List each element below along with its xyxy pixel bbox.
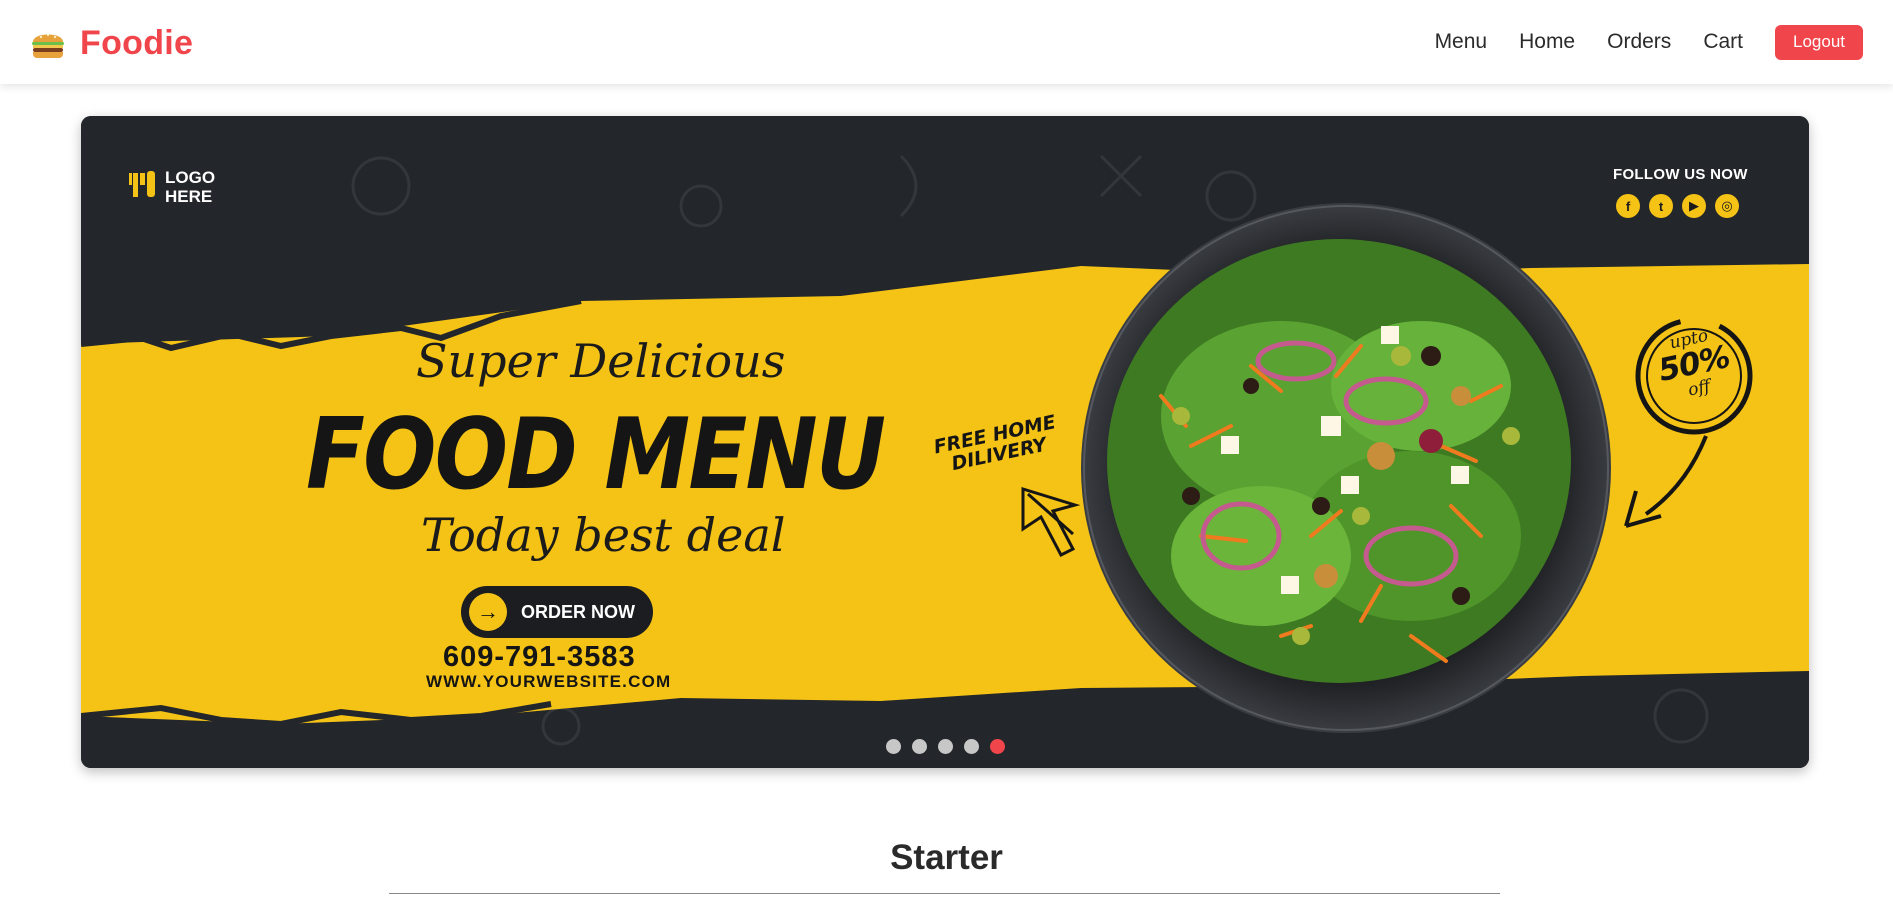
nav-orders[interactable]: Orders [1607,22,1671,62]
banner-logo-text: LOGO HERE [165,168,215,206]
brand-link[interactable]: Foodie [30,24,193,63]
order-now-button[interactable]: → ORDER NOW [461,586,653,638]
carousel-dot-2[interactable] [911,739,927,754]
logo-line-2: HERE [165,187,213,206]
phone-number: 609-791-3583 [443,641,636,673]
tagline-top: Super Delicious [416,334,786,388]
follow-us-label: FOLLOW US NOW [1613,166,1748,183]
carousel-dot-4[interactable] [963,739,979,754]
youtube-icon[interactable]: ▶ [1682,194,1706,218]
order-now-label: ORDER NOW [521,601,635,622]
nav-links: Menu Home Orders Cart Logout [1403,22,1863,62]
section-divider [389,893,1500,894]
nav-menu[interactable]: Menu [1435,22,1488,62]
section-title: Starter [890,838,1003,877]
burger-icon [30,29,66,59]
navbar: Foodie Menu Home Orders Cart Logout [0,0,1893,84]
logout-button[interactable]: Logout [1775,24,1863,60]
instagram-icon[interactable]: ◎ [1715,194,1739,218]
carousel-dot-1[interactable] [885,739,901,754]
nav-cart[interactable]: Cart [1703,22,1743,62]
brand-name: Foodie [80,24,194,62]
nav-home[interactable]: Home [1519,22,1575,62]
carousel-dot-5[interactable] [989,739,1005,754]
hero-carousel[interactable]: LOGO HERE FOLLOW US NOW f t ▶ ◎ Super De… [81,116,1809,768]
arrow-right-icon: → [469,593,507,631]
website-url: WWW.YOURWEBSITE.COM [426,672,672,691]
facebook-icon[interactable]: f [1616,194,1640,218]
carousel-indicators [81,739,1809,754]
twitter-icon[interactable]: t [1649,194,1673,218]
tagline-bottom: Today best deal [421,508,786,562]
carousel-dot-3[interactable] [937,739,953,754]
food-menu-headline: FOOD MENU [306,398,886,512]
logo-line-1: LOGO [165,168,216,187]
